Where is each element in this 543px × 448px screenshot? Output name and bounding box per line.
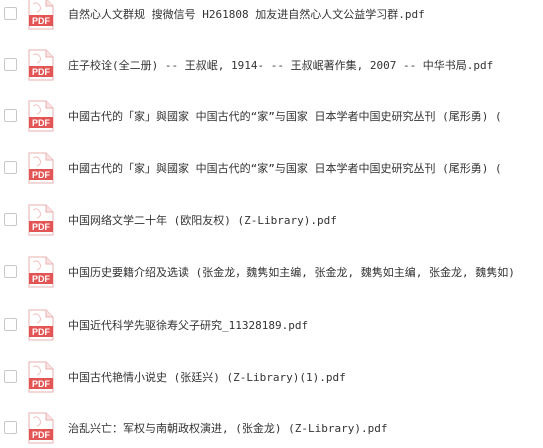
pdf-icon-label: PDF (32, 327, 51, 337)
row-checkbox[interactable] (4, 318, 17, 331)
row-checkbox[interactable] (4, 161, 17, 174)
pdf-icon-label: PDF (32, 222, 51, 232)
file-name[interactable]: 中国网络文学二十年 (欧阳友权) (Z-Library).pdf (68, 212, 337, 228)
file-row[interactable]: PDF 中国古代艳情小说史 (张廷兴) (Z-Library)(1).pdf (0, 357, 543, 397)
row-checkbox[interactable] (4, 213, 17, 226)
pdf-file-icon: PDF (28, 309, 54, 341)
pdf-file-icon: PDF (28, 0, 54, 30)
file-name[interactable]: 中国古代艳情小说史 (张廷兴) (Z-Library)(1).pdf (68, 369, 346, 385)
file-row[interactable]: PDF 自然心人文群规 搜微信号 H261808 加友进自然心人文公益学习群.p… (0, 0, 543, 34)
file-row[interactable]: PDF 中國古代的「家」與國家 中国古代的“家”与国家 日本学者中国史研究丛刊 … (0, 148, 543, 188)
pdf-icon-label: PDF (32, 430, 51, 440)
file-row[interactable]: PDF 中国网络文学二十年 (欧阳友权) (Z-Library).pdf (0, 200, 543, 240)
file-row[interactable]: PDF 中國古代的「家」與國家 中国古代的“家”与国家 日本学者中国史研究丛刊 … (0, 96, 543, 136)
pdf-file-icon: PDF (28, 204, 54, 236)
file-list: PDF 自然心人文群规 搜微信号 H261808 加友进自然心人文公益学习群.p… (0, 0, 543, 446)
pdf-file-icon: PDF (28, 100, 54, 132)
row-checkbox[interactable] (4, 7, 17, 20)
pdf-file-icon: PDF (28, 361, 54, 393)
file-row[interactable]: PDF 中国历史要籍介绍及选读 (张金龙，魏隽如主编, 张金龙, 魏隽如主编, … (0, 252, 543, 292)
row-checkbox[interactable] (4, 421, 17, 434)
file-row[interactable]: PDF 中国近代科学先驱徐寿父子研究_11328189.pdf (0, 305, 543, 345)
row-checkbox[interactable] (4, 58, 17, 71)
file-row[interactable]: PDF 庄子校诠(全二册) -- 王叔岷, 1914- -- 王叔岷著作集, 2… (0, 45, 543, 85)
file-name[interactable]: 中國古代的「家」與國家 中国古代的“家”与国家 日本学者中国史研究丛刊 (尾形勇… (68, 160, 502, 176)
file-name[interactable]: 治乱兴亡：军权与南朝政权演进, (张金龙) (Z-Library).pdf (68, 420, 387, 436)
file-row[interactable]: PDF 治乱兴亡：军权与南朝政权演进, (张金龙) (Z-Library).pd… (0, 408, 543, 448)
pdf-file-icon: PDF (28, 412, 54, 444)
file-name[interactable]: 中國古代的「家」與國家 中国古代的“家”与国家 日本学者中国史研究丛刊 (尾形勇… (68, 108, 502, 124)
row-checkbox[interactable] (4, 370, 17, 383)
file-name[interactable]: 中国历史要籍介绍及选读 (张金龙，魏隽如主编, 张金龙, 魏隽如主编, 张金龙,… (68, 264, 515, 280)
pdf-icon-label: PDF (32, 67, 51, 77)
pdf-icon-label: PDF (32, 274, 51, 284)
pdf-icon-label: PDF (32, 16, 51, 26)
pdf-file-icon: PDF (28, 152, 54, 184)
pdf-icon-label: PDF (32, 118, 51, 128)
file-name[interactable]: 自然心人文群规 搜微信号 H261808 加友进自然心人文公益学习群.pdf (68, 6, 425, 22)
pdf-file-icon: PDF (28, 256, 54, 288)
pdf-file-icon: PDF (28, 49, 54, 81)
file-name[interactable]: 中国近代科学先驱徐寿父子研究_11328189.pdf (68, 317, 308, 333)
row-checkbox[interactable] (4, 265, 17, 278)
row-checkbox[interactable] (4, 109, 17, 122)
pdf-icon-label: PDF (32, 170, 51, 180)
file-name[interactable]: 庄子校诠(全二册) -- 王叔岷, 1914- -- 王叔岷著作集, 2007 … (68, 57, 493, 73)
pdf-icon-label: PDF (32, 379, 51, 389)
